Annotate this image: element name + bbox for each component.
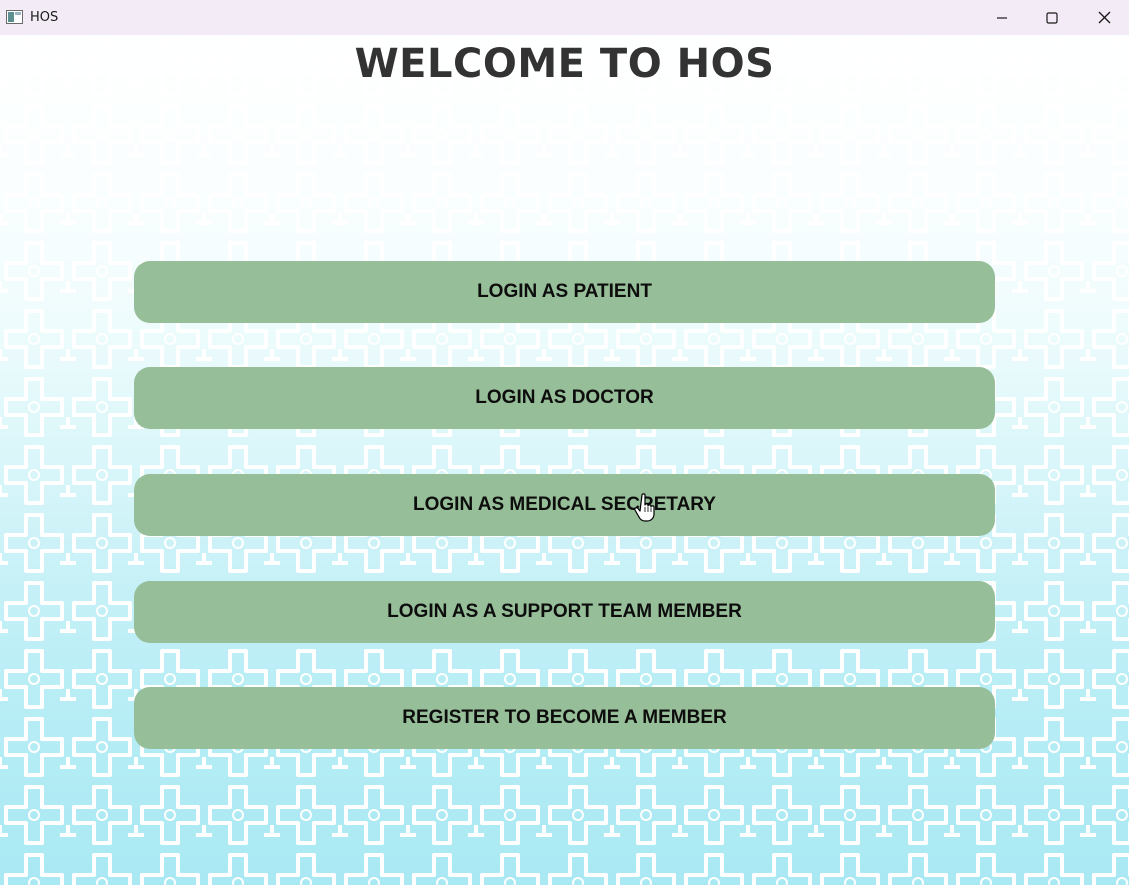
maximize-icon — [1046, 11, 1058, 24]
title-bar[interactable]: HOS — [0, 0, 1129, 35]
background-fade — [0, 35, 1129, 885]
login-patient-button[interactable]: LOGIN AS PATIENT — [134, 261, 995, 323]
login-support-team-button[interactable]: LOGIN AS A SUPPORT TEAM MEMBER — [134, 581, 995, 643]
main-content: WELCOME TO HOS LOGIN AS PATIENT LOGIN AS… — [0, 35, 1129, 885]
login-medical-secretary-button[interactable]: LOGIN AS MEDICAL SECRETARY — [134, 474, 995, 536]
register-member-button[interactable]: REGISTER TO BECOME A MEMBER — [134, 687, 995, 749]
minimize-button[interactable] — [977, 0, 1027, 35]
app-icon — [6, 10, 23, 24]
window-title: HOS — [30, 10, 59, 25]
minimize-icon — [997, 16, 1007, 19]
login-doctor-button[interactable]: LOGIN AS DOCTOR — [134, 367, 995, 429]
page-title: WELCOME TO HOS — [354, 41, 775, 87]
maximize-button[interactable] — [1027, 0, 1077, 35]
app-window: HOS WELCOME TO HOS LOGIN AS PATIENT LOGI… — [0, 0, 1129, 885]
close-icon — [1098, 11, 1110, 24]
close-button[interactable] — [1079, 0, 1129, 35]
hand-cursor-icon — [634, 493, 655, 522]
